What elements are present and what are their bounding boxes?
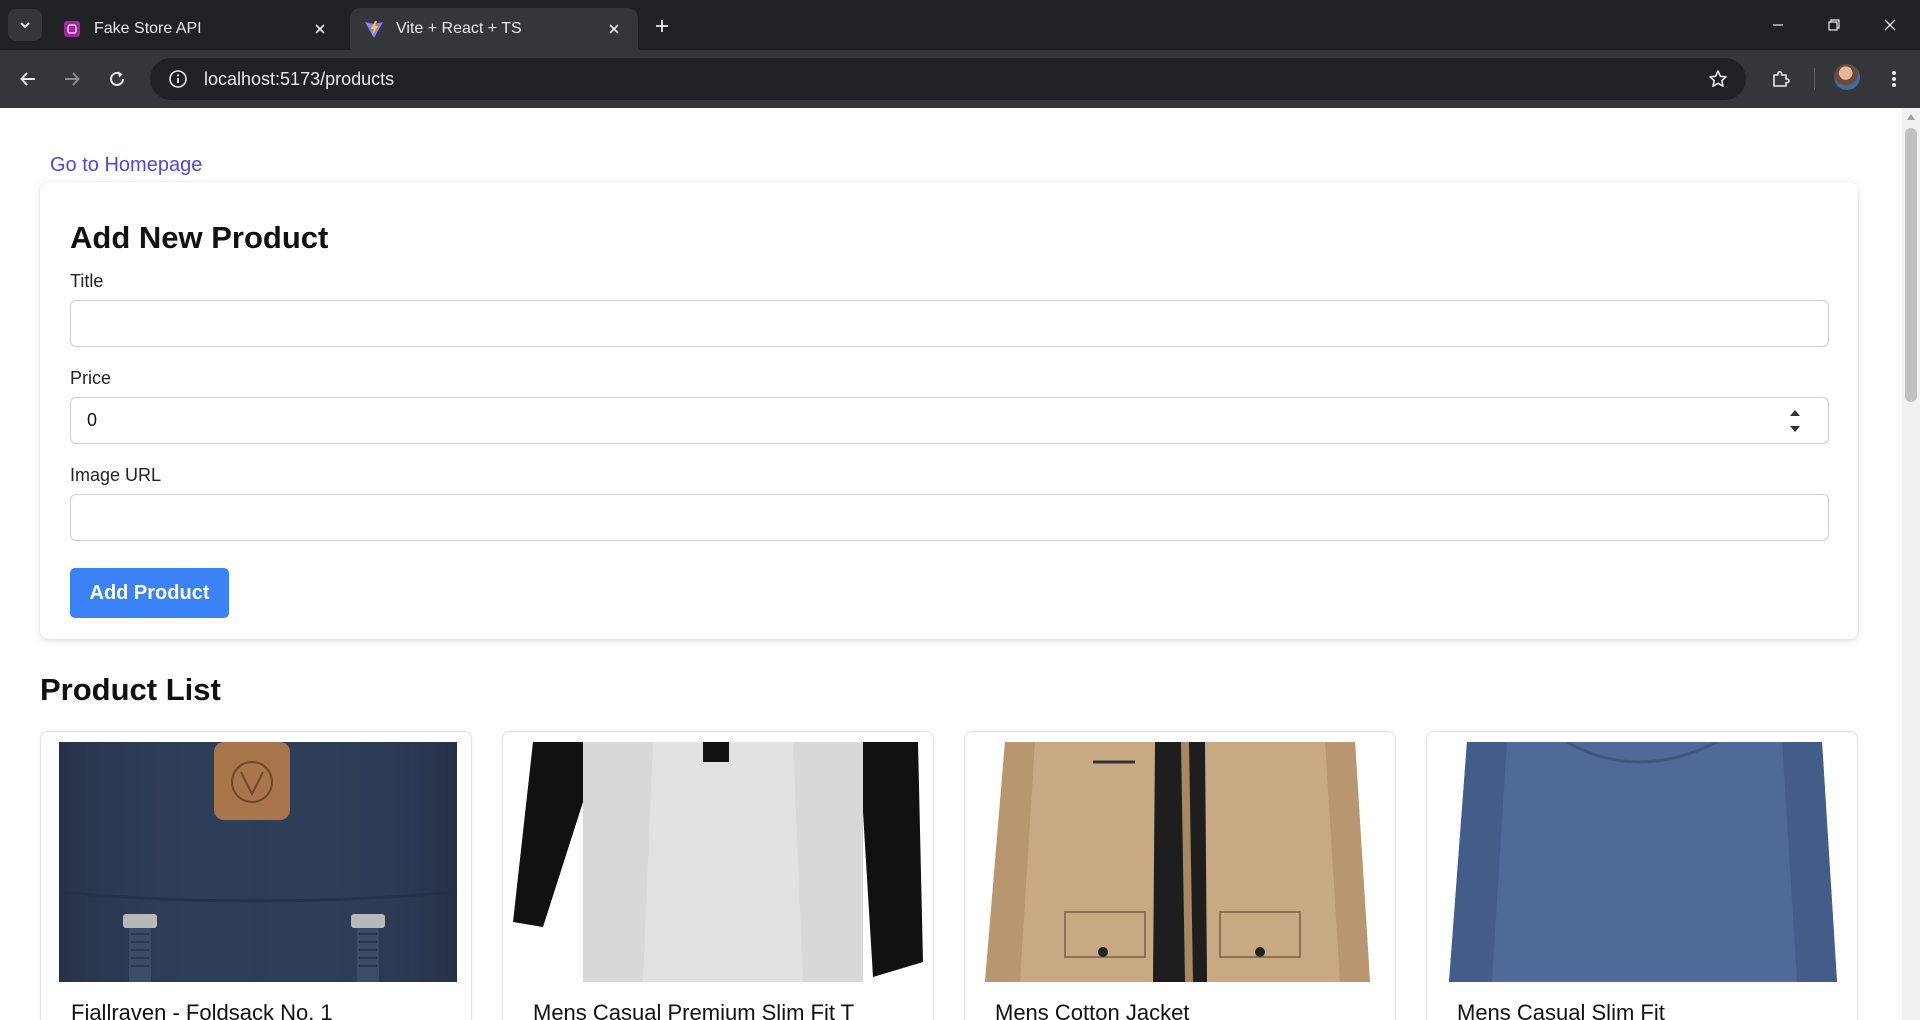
browser-toolbar: localhost:5173/products [0,50,1920,108]
fake-store-favicon-icon [62,19,82,39]
restore-button[interactable] [1806,0,1862,50]
title-input[interactable] [70,300,1829,347]
browser-menu-button[interactable] [1876,61,1912,97]
scroll-up-icon[interactable] [1907,114,1915,120]
spin-down-icon[interactable] [1790,426,1800,432]
reload-icon [110,71,124,86]
puzzle-icon [1773,70,1790,87]
tab-fake-store-api[interactable]: Fake Store API [48,8,344,50]
close-tab-icon[interactable] [310,19,330,39]
more-vert-icon [1892,71,1896,87]
extensions-button[interactable] [1763,61,1799,97]
product-card[interactable]: Fjallraven - Foldsack No. 1 [40,731,472,1020]
image-url-input[interactable] [70,494,1829,541]
product-card[interactable]: Mens Cotton Jacket [964,731,1396,1020]
product-image[interactable] [513,742,923,982]
price-label: Price [70,368,112,388]
close-tab-icon[interactable] [604,19,624,39]
close-icon [1884,19,1896,31]
product-list-heading: Product List [40,672,221,707]
address-bar[interactable]: localhost:5173/products [150,58,1746,100]
add-product-form: Add New Product Title Price Image URL Ad… [40,182,1858,639]
go-to-homepage-link[interactable]: Go to Homepage [50,154,202,177]
arrow-right-icon [65,72,80,86]
minimize-icon [1773,24,1783,26]
tab-title: Vite + React + TS [396,20,522,37]
vite-favicon-icon [364,19,384,39]
arrow-left-icon [20,72,35,86]
form-heading: Add New Product [70,220,329,255]
restore-icon [1828,19,1840,31]
page-viewport: Go to Homepage Add New Product Title Pri… [0,108,1902,1020]
scrollbar-thumb[interactable] [1905,128,1917,402]
site-info-icon[interactable] [158,58,198,100]
close-window-button[interactable] [1862,0,1918,50]
price-spinner[interactable] [1788,410,1802,432]
product-title: Mens Casual Slim Fit [1457,1000,1665,1020]
reload-button[interactable] [99,61,135,97]
title-label: Title [70,271,104,291]
toolbar-separator [1814,68,1815,90]
spin-up-icon[interactable] [1790,410,1800,416]
chevron-down-icon [20,22,30,29]
price-input[interactable] [70,397,1829,444]
minimize-button[interactable] [1750,0,1806,50]
url-text[interactable]: localhost:5173/products [204,69,1698,90]
product-title: Fjallraven - Foldsack No. 1 [71,1000,333,1020]
forward-button[interactable] [54,61,90,97]
image-url-label: Image URL [70,465,162,485]
product-card[interactable]: Mens Casual Premium Slim Fit T [502,731,934,1020]
add-product-button[interactable]: Add Product [70,568,229,618]
product-card[interactable]: Mens Casual Slim Fit [1426,731,1858,1020]
new-tab-button[interactable] [648,12,676,40]
back-button[interactable] [10,61,46,97]
tab-strip: Fake Store API Vite + React + TS [0,0,1920,50]
product-title: Mens Cotton Jacket [995,1000,1190,1020]
tab-vite-react-ts[interactable]: Vite + React + TS [350,8,638,50]
product-image[interactable] [1437,742,1847,982]
product-image[interactable] [975,742,1385,982]
profile-avatar[interactable] [1834,64,1860,90]
plus-icon [656,20,668,32]
tab-title: Fake Store API [94,20,202,37]
tab-search-button[interactable] [8,9,42,41]
product-title: Mens Casual Premium Slim Fit T [533,1000,855,1020]
product-image[interactable] [51,742,461,982]
bookmark-star-icon[interactable] [1698,58,1738,100]
page-scrollbar[interactable] [1902,108,1920,1020]
